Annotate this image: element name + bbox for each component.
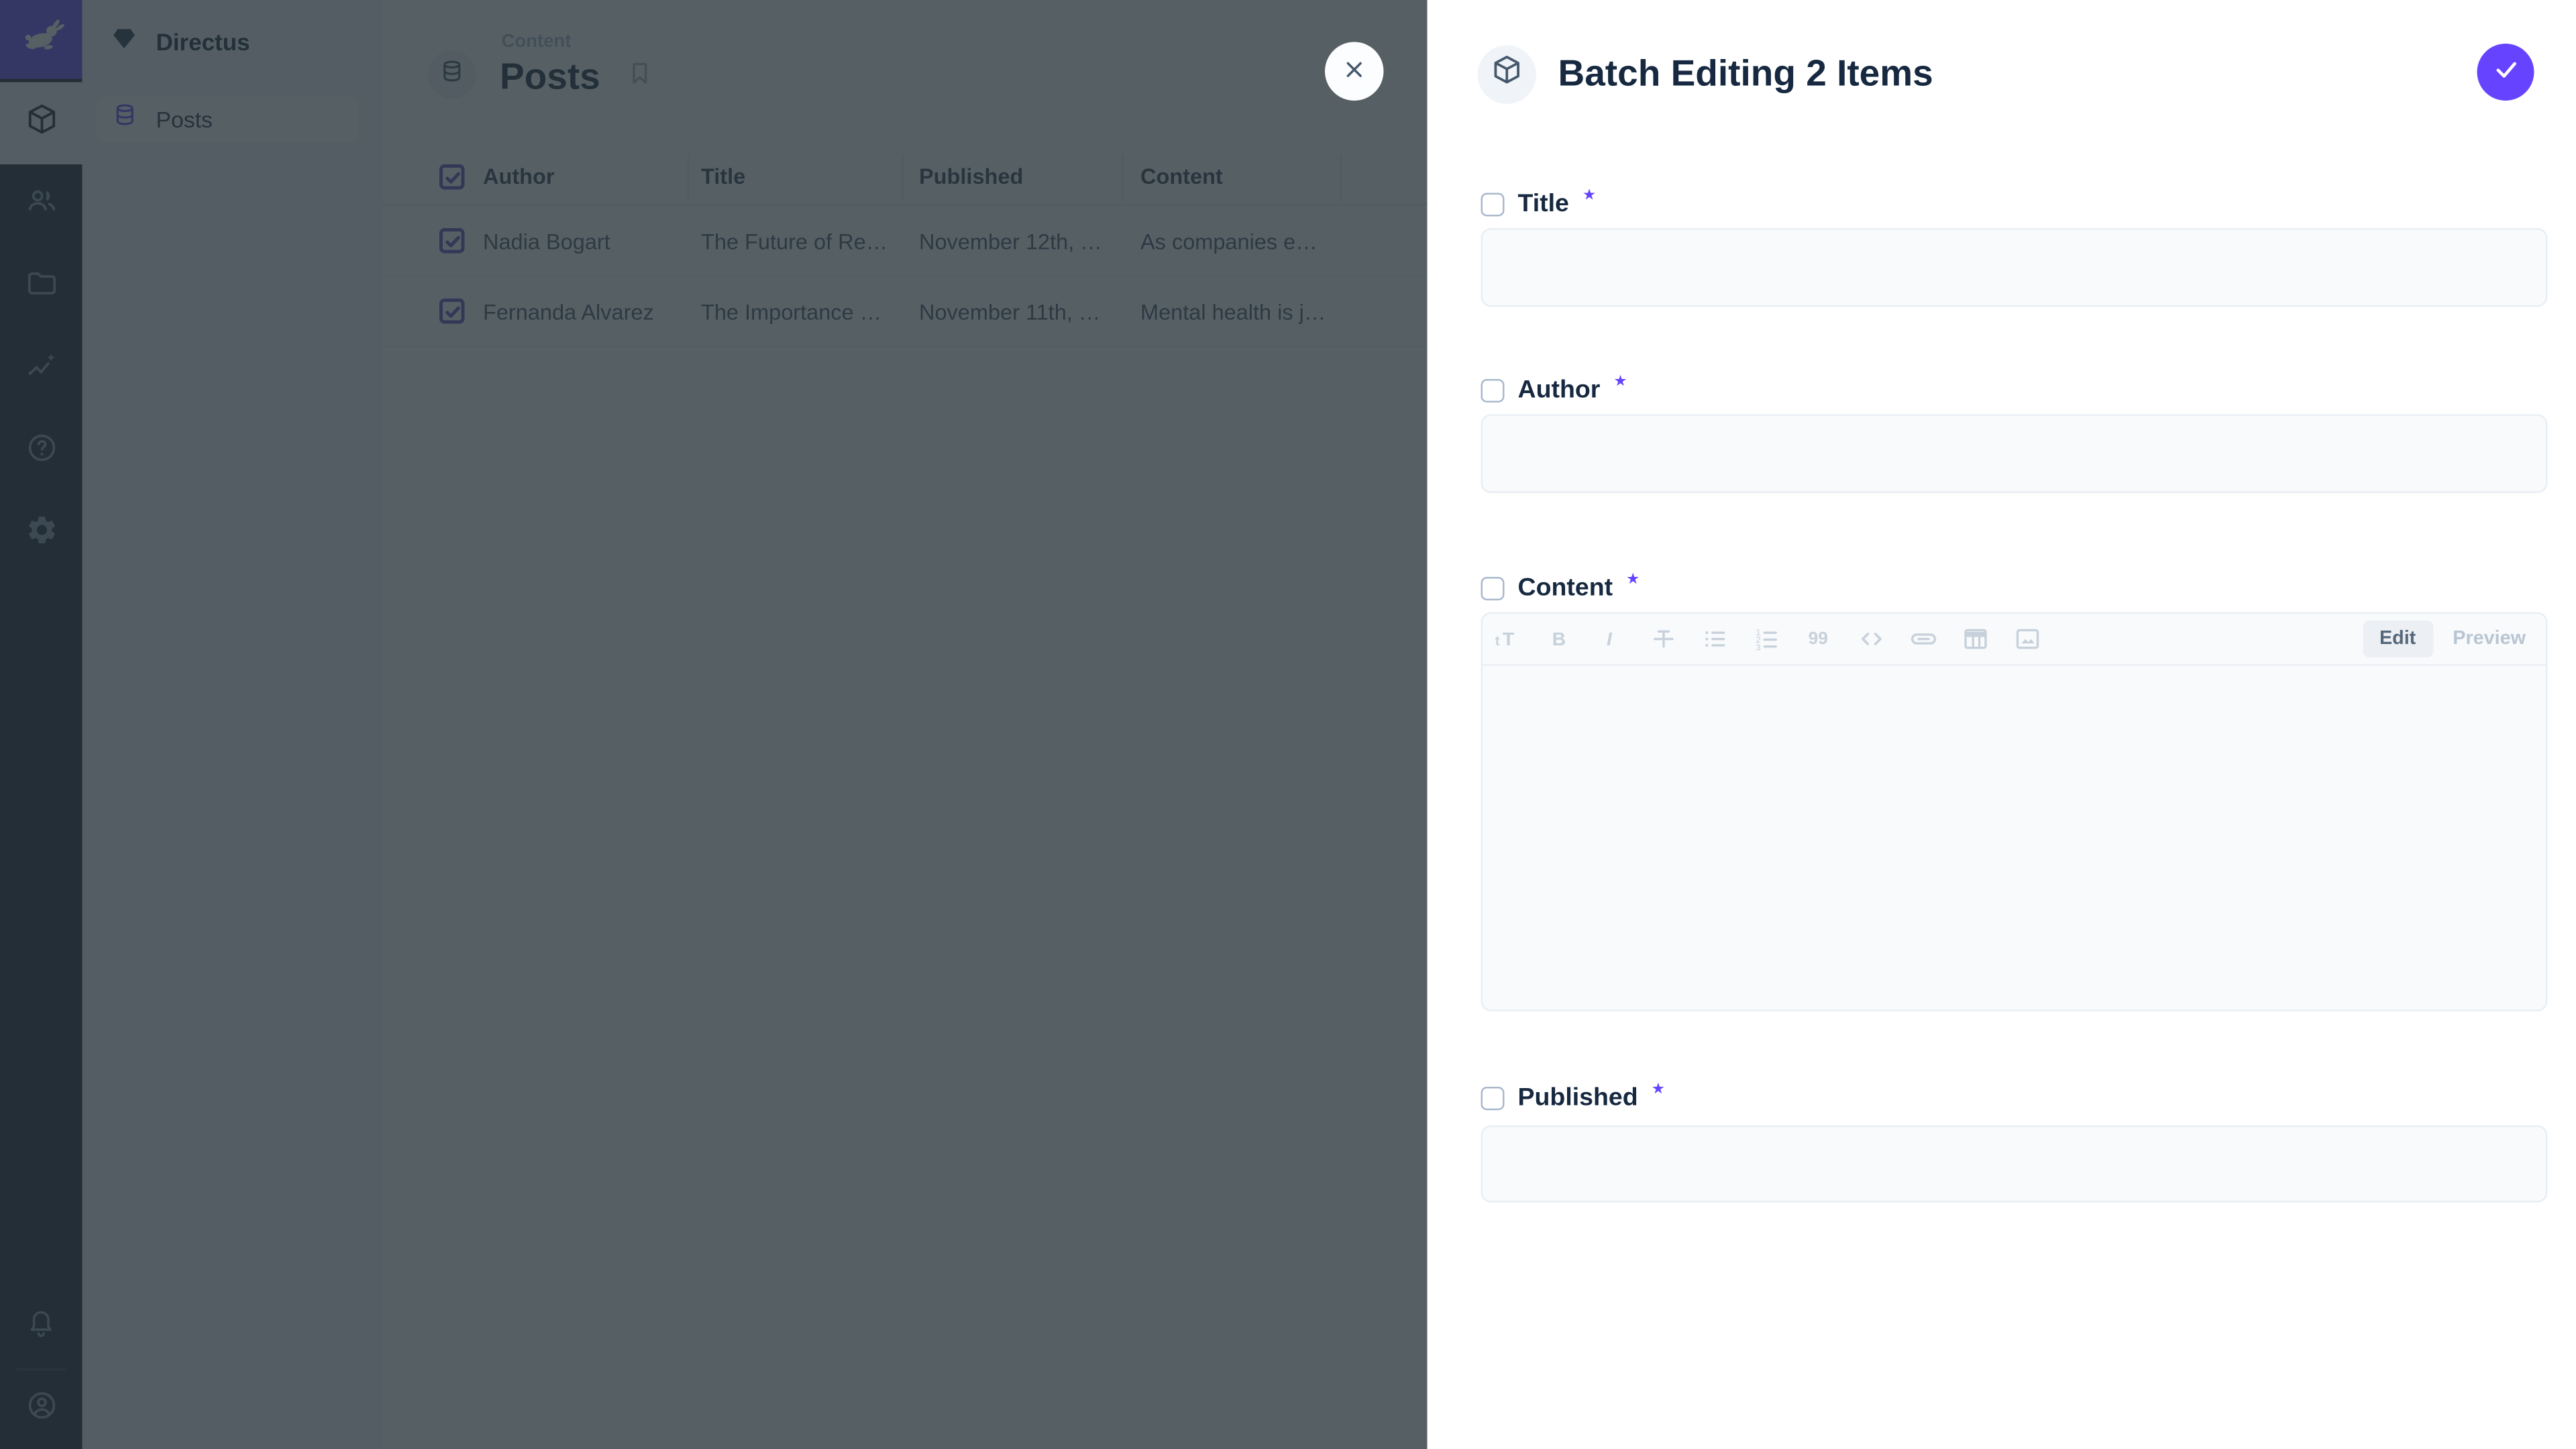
heading-icon[interactable]: t T <box>1493 624 1523 654</box>
drawer-header-icon <box>1477 44 1536 103</box>
content-editor-box: t T B I <box>1481 612 2548 1012</box>
author-input[interactable] <box>1483 416 2546 492</box>
batch-toggle-checkbox-title[interactable] <box>1481 192 1505 215</box>
field-content-label-row: Content ★ <box>1481 574 1640 602</box>
author-input-box <box>1481 415 2548 494</box>
drawer-title: Batch Editing 2 Items <box>1558 52 1933 96</box>
markdown-toolbar: t T B I <box>1483 614 2546 666</box>
link-icon[interactable] <box>1909 624 1939 654</box>
close-icon <box>1342 56 1367 87</box>
svg-text:t: t <box>1495 633 1500 649</box>
check-icon <box>2491 54 2520 88</box>
svg-text:I: I <box>1607 629 1613 649</box>
code-icon[interactable] <box>1857 624 1887 654</box>
published-input-box <box>1481 1126 2548 1203</box>
content-textarea-wrap <box>1483 667 2546 1010</box>
batch-toggle-checkbox-content[interactable] <box>1481 576 1505 600</box>
batch-toggle-checkbox-published[interactable] <box>1481 1086 1505 1110</box>
drawer-close-button[interactable] <box>1325 42 1384 101</box>
required-icon: ★ <box>1582 186 1596 205</box>
title-input[interactable] <box>1483 230 2546 306</box>
svg-text:99: 99 <box>1809 628 1828 648</box>
field-label: Author <box>1518 376 1601 405</box>
table-icon[interactable] <box>1961 624 1991 654</box>
italic-icon[interactable]: I <box>1597 624 1627 654</box>
required-icon: ★ <box>1652 1080 1665 1099</box>
content-textarea[interactable] <box>1483 667 2546 1010</box>
blockquote-icon[interactable]: 99 <box>1805 624 1835 654</box>
field-published-label-row: Published ★ <box>1481 1083 1665 1112</box>
required-icon: ★ <box>1613 372 1627 391</box>
cube-icon <box>1490 54 1522 94</box>
tab-edit[interactable]: Edit <box>2363 620 2432 657</box>
editor-mode-tabs: Edit Preview <box>2363 620 2532 657</box>
numbered-list-icon[interactable]: 1 2 3 <box>1753 624 1783 654</box>
required-icon: ★ <box>1626 570 1640 589</box>
drawer-backdrop[interactable] <box>0 0 1428 1449</box>
field-title-label-row: Title ★ <box>1481 190 1597 219</box>
strikethrough-icon[interactable] <box>1649 624 1679 654</box>
image-icon[interactable] <box>2012 624 2043 654</box>
svg-text:T: T <box>1503 629 1514 649</box>
tab-preview[interactable]: Preview <box>2446 620 2532 657</box>
title-input-box <box>1481 228 2548 307</box>
svg-text:3: 3 <box>1756 642 1760 652</box>
batch-edit-drawer: Batch Editing 2 Items Title ★ Author ★ <box>1428 0 2576 1449</box>
field-author-label-row: Author ★ <box>1481 376 1627 405</box>
svg-text:B: B <box>1552 629 1566 649</box>
field-label: Content <box>1518 574 1613 602</box>
field-label: Title <box>1518 190 1569 219</box>
batch-toggle-checkbox-author[interactable] <box>1481 378 1505 402</box>
published-input[interactable] <box>1483 1127 2546 1201</box>
app-window: Directus Posts Content <box>0 0 2576 1449</box>
bold-icon[interactable]: B <box>1545 624 1575 654</box>
field-label: Published <box>1518 1083 1638 1112</box>
save-button[interactable] <box>2477 43 2534 100</box>
bulleted-list-icon[interactable] <box>1701 624 1731 654</box>
